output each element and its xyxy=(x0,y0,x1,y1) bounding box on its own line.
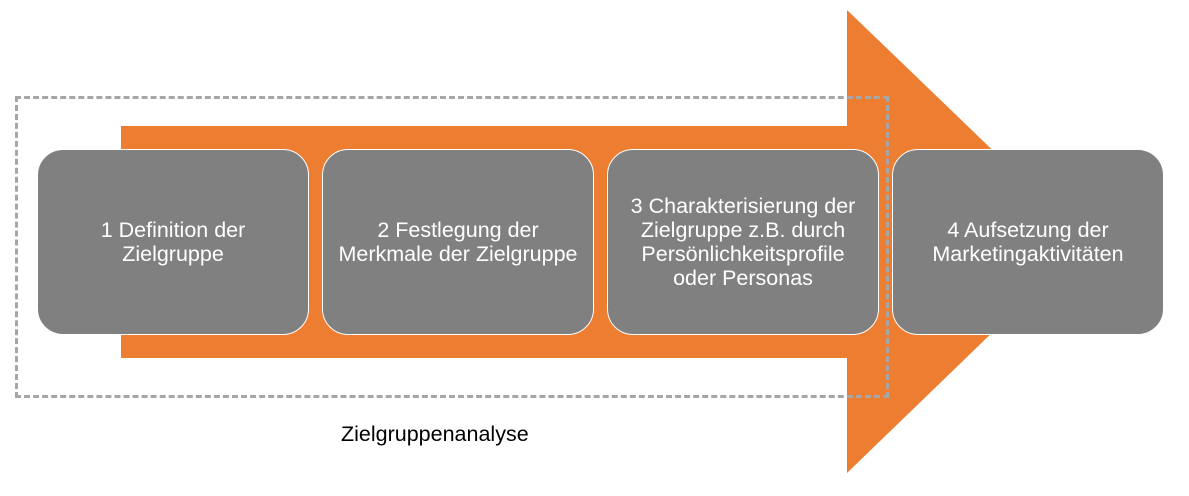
analysis-group-label: Zielgruppenanalyse xyxy=(341,422,529,446)
step-box-marketingaktivitaeten: 4 Aufsetzung der Marketingaktivitäten xyxy=(892,149,1164,335)
analysis-group-frame xyxy=(15,96,889,398)
step-label-marketingaktivitaeten: 4 Aufsetzung der Marketingaktivitäten xyxy=(932,218,1124,266)
